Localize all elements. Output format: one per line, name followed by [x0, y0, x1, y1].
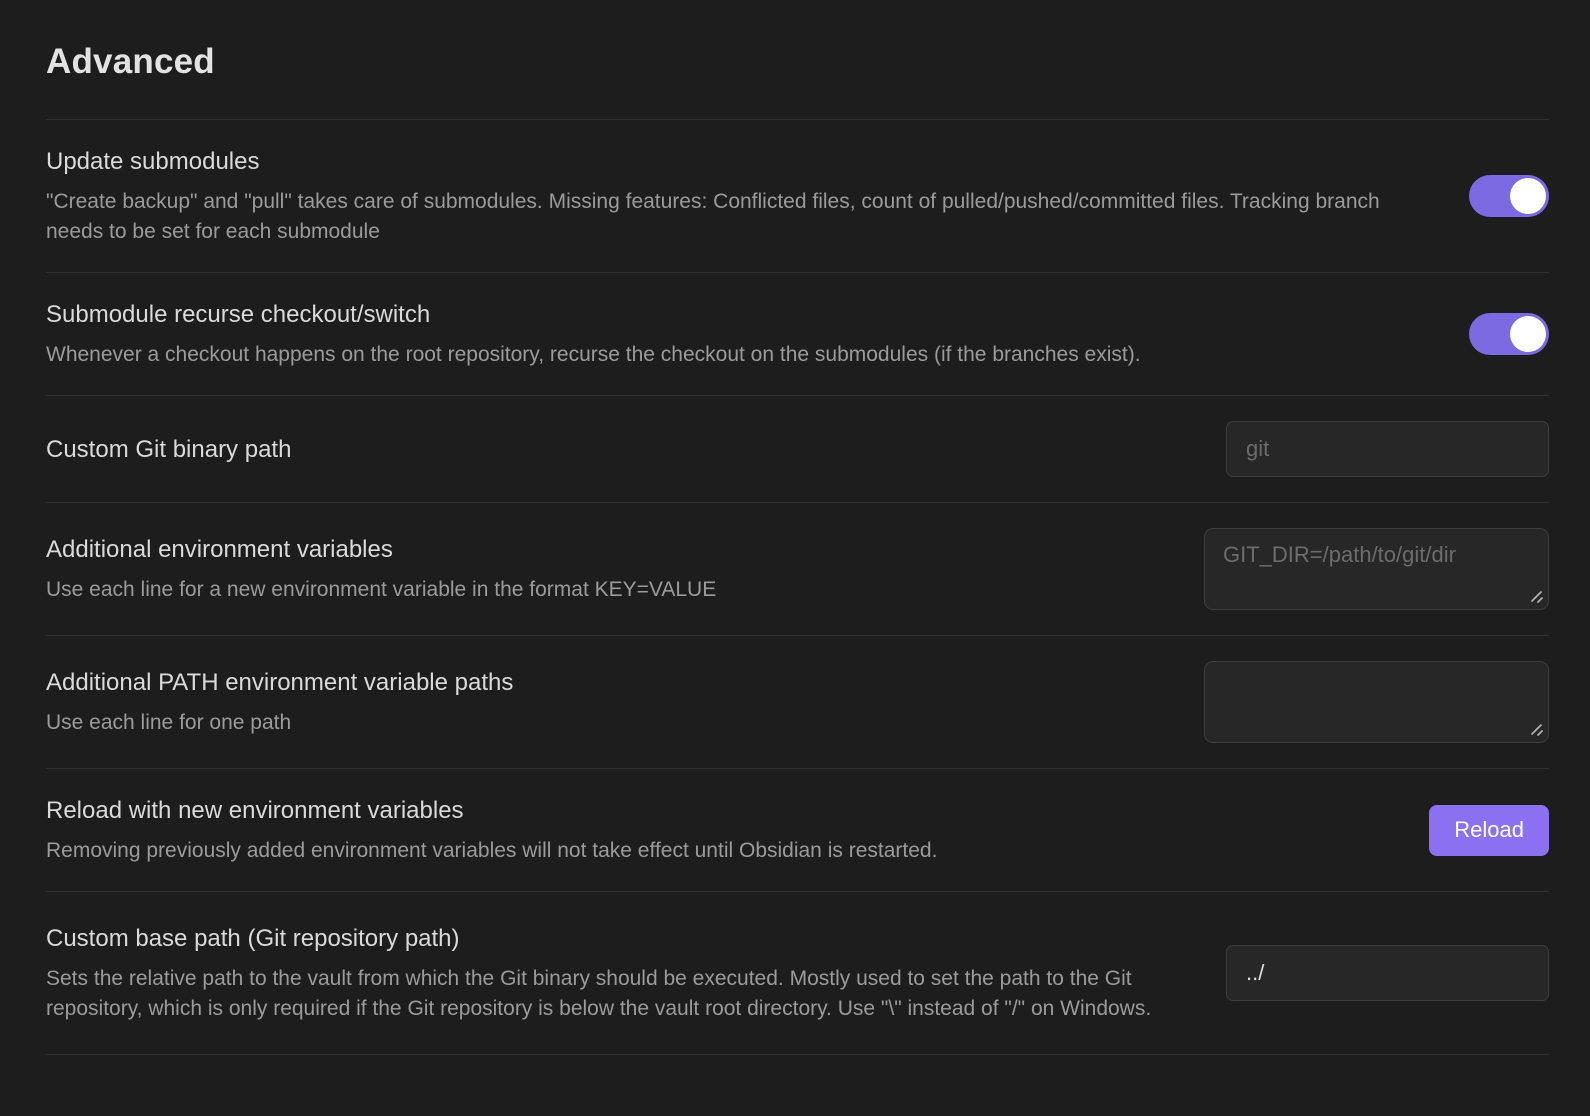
divider	[46, 1054, 1549, 1055]
setting-info: Reload with new environment variables Re…	[46, 794, 1389, 866]
resize-handle-icon[interactable]	[1529, 722, 1543, 736]
setting-name: Additional PATH environment variable pat…	[46, 666, 1164, 699]
path-env-textarea[interactable]	[1204, 661, 1549, 743]
env-vars-textarea[interactable]	[1204, 528, 1549, 610]
setting-description: Use each line for one path	[46, 708, 1164, 738]
setting-name: Submodule recurse checkout/switch	[46, 298, 1429, 331]
setting-custom-base-path: Custom base path (Git repository path) S…	[46, 891, 1549, 1054]
setting-info: Additional environment variables Use eac…	[46, 533, 1164, 605]
env-vars-textarea-wrap	[1204, 528, 1549, 610]
git-binary-path-input[interactable]	[1226, 421, 1549, 477]
setting-name: Reload with new environment variables	[46, 794, 1389, 827]
resize-handle-icon[interactable]	[1529, 589, 1543, 603]
setting-name: Update submodules	[46, 145, 1429, 178]
page-title: Advanced	[46, 0, 1549, 119]
setting-description: Whenever a checkout happens on the root …	[46, 340, 1429, 370]
setting-description: Use each line for a new environment vari…	[46, 575, 1164, 605]
toggle-knob	[1510, 316, 1546, 352]
setting-name: Custom Git binary path	[46, 433, 1186, 466]
setting-reload-env: Reload with new environment variables Re…	[46, 768, 1549, 891]
base-path-input[interactable]	[1226, 945, 1549, 1001]
setting-submodule-recurse: Submodule recurse checkout/switch Whenev…	[46, 272, 1549, 395]
setting-git-binary-path: Custom Git binary path	[46, 395, 1549, 502]
setting-info: Submodule recurse checkout/switch Whenev…	[46, 298, 1429, 370]
setting-info: Update submodules "Create backup" and "p…	[46, 145, 1429, 247]
setting-description: Sets the relative path to the vault from…	[46, 964, 1186, 1024]
update-submodules-toggle[interactable]	[1469, 175, 1549, 217]
setting-info: Additional PATH environment variable pat…	[46, 666, 1164, 738]
setting-info: Custom Git binary path	[46, 433, 1186, 466]
setting-env-variables: Additional environment variables Use eac…	[46, 502, 1549, 635]
path-env-textarea-wrap	[1204, 661, 1549, 743]
setting-path-env-variables: Additional PATH environment variable pat…	[46, 635, 1549, 768]
setting-update-submodules: Update submodules "Create backup" and "p…	[46, 119, 1549, 272]
submodule-recurse-toggle[interactable]	[1469, 313, 1549, 355]
toggle-knob	[1510, 178, 1546, 214]
setting-info: Custom base path (Git repository path) S…	[46, 922, 1186, 1024]
setting-description: Removing previously added environment va…	[46, 836, 1389, 866]
settings-page: Advanced Update submodules "Create backu…	[0, 0, 1590, 1055]
setting-name: Custom base path (Git repository path)	[46, 922, 1186, 955]
setting-name: Additional environment variables	[46, 533, 1164, 566]
setting-description: "Create backup" and "pull" takes care of…	[46, 187, 1429, 247]
reload-button[interactable]: Reload	[1429, 805, 1549, 856]
